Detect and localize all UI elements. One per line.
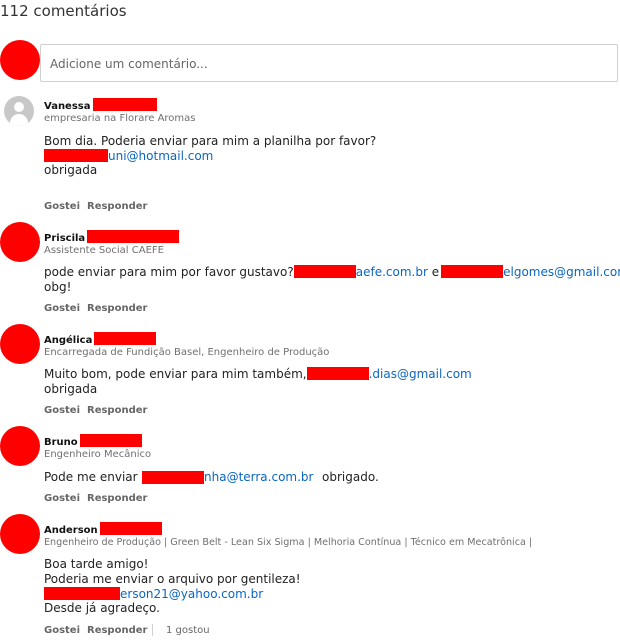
comment-text-line: pode enviar para mim por favor gustavo? a…: [44, 265, 620, 280]
redaction-bar: [44, 149, 108, 162]
reply-button[interactable]: Responder: [87, 201, 147, 212]
comment-author[interactable]: Vanessa: [44, 98, 157, 112]
comment-text-line: obrigada: [44, 163, 98, 177]
reply-button[interactable]: Responder: [87, 625, 147, 636]
redaction-bar: [92, 98, 157, 111]
email-link[interactable]: .dias@gmail.com: [369, 367, 472, 381]
email-link[interactable]: erson21@yahoo.com.br: [120, 587, 263, 601]
comment-text-line: obg!: [44, 280, 72, 294]
comment-text-line: erson21@yahoo.com.br: [44, 587, 263, 602]
comment-text-line: uni@hotmail.com: [44, 149, 213, 164]
author-headline: Encarregada de Fundição Basel, Engenheir…: [44, 347, 330, 358]
author-headline: Engenheiro de Produção | Green Belt - Le…: [44, 537, 533, 548]
commenter-avatar: [0, 222, 40, 262]
reply-button[interactable]: Responder: [87, 493, 147, 504]
author-headline: empresaria na Florare Aromas: [44, 113, 196, 124]
comment-text-line: Bom dia. Poderia enviar para mim a plani…: [44, 134, 377, 148]
author-headline: Assistente Social CAEFE: [44, 245, 164, 256]
like-button[interactable]: Gostei: [44, 405, 80, 416]
current-user-avatar: [0, 40, 40, 80]
redaction-bar: [441, 265, 504, 278]
redaction-bar: [94, 332, 157, 345]
like-button[interactable]: Gostei: [44, 493, 80, 504]
email-link[interactable]: uni@hotmail.com: [108, 149, 213, 163]
comment-author[interactable]: Anderson: [44, 522, 162, 536]
comment-text-line: obrigado.: [322, 470, 379, 484]
redaction-bar: [79, 434, 142, 447]
like-button[interactable]: Gostei: [44, 303, 80, 314]
email-link[interactable]: nha@terra.com.br: [204, 470, 313, 485]
comment-author[interactable]: Bruno: [44, 434, 142, 448]
comment-author[interactable]: Angélica: [44, 332, 157, 346]
comment-text-line: Poderia me enviar o arquivo por gentilez…: [44, 572, 301, 586]
comment-text-line: Boa tarde amigo!: [44, 557, 149, 571]
reply-button[interactable]: Responder: [87, 405, 147, 416]
redaction-bar: [293, 265, 356, 278]
redaction-bar: [142, 471, 204, 484]
comment-text-line: Muito bom, pode enviar para mim também,.…: [44, 367, 472, 381]
commenter-avatar: [0, 514, 40, 554]
redaction-bar: [87, 230, 180, 243]
comments-count: 112 comentários: [0, 2, 127, 20]
redaction-bar: [306, 367, 369, 380]
reply-button[interactable]: Responder: [87, 303, 147, 314]
commenter-avatar: [0, 426, 40, 466]
avatar-placeholder-icon: [4, 96, 34, 126]
commenter-avatar: [0, 324, 40, 364]
email-link[interactable]: elgomes@gmail.com: [503, 265, 620, 279]
comment-author[interactable]: Priscila: [44, 230, 180, 244]
redaction-bar: [99, 522, 162, 535]
action-divider: [152, 624, 153, 636]
comment-input[interactable]: Adicione um comentário...: [40, 44, 618, 82]
comment-text-line: obrigada: [44, 382, 98, 396]
redaction-bar: [44, 587, 120, 600]
likes-count[interactable]: 1 gostou: [166, 625, 210, 636]
comment-text-line: Pode me enviar: [44, 470, 138, 484]
author-headline: Engenheiro Mecânico: [44, 449, 152, 460]
like-button[interactable]: Gostei: [44, 201, 80, 212]
comment-text-line: Desde já agradeço.: [44, 601, 160, 615]
like-button[interactable]: Gostei: [44, 625, 80, 636]
email-link[interactable]: aefe.com.br: [356, 265, 428, 279]
